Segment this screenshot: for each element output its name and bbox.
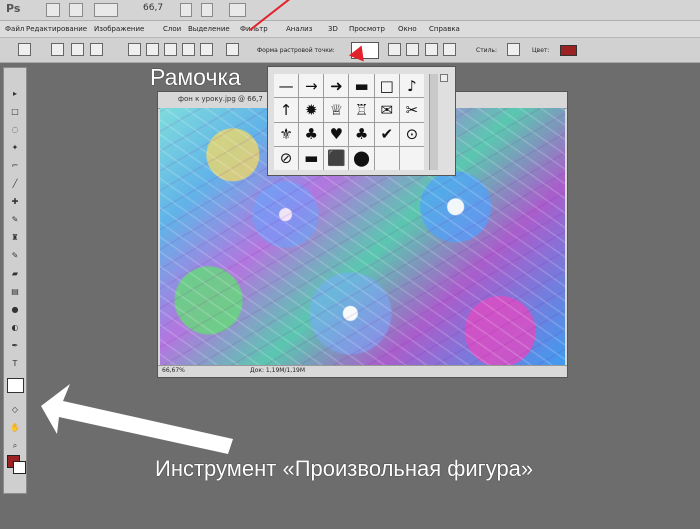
clone-stamp-icon[interactable]: ♜ <box>9 233 21 242</box>
photoshop-logo: Ps <box>6 2 21 15</box>
combine-mode-icon[interactable] <box>388 43 401 56</box>
custom-shape-tool-icon[interactable] <box>18 43 31 56</box>
shape-item[interactable]: ♪ <box>399 74 424 98</box>
menu-view[interactable]: Просмотр <box>349 25 385 33</box>
document-info: Док: 1,19M/1,19M <box>250 367 306 374</box>
shape-item[interactable]: ⬛ <box>324 146 349 170</box>
menu-bar: Файл Редактирование Изображение Слои Выд… <box>0 21 700 38</box>
popup-menu-button[interactable] <box>440 74 448 82</box>
tool-annotation-label: Инструмент «Произвольная фигура» <box>155 456 534 481</box>
frame-annotation-label: Рамочка <box>150 64 241 90</box>
dodge-tool-icon[interactable]: ◐ <box>9 323 21 332</box>
view-extras-button[interactable] <box>94 3 118 17</box>
intersect-mode-icon[interactable] <box>425 43 438 56</box>
tools-panel: ▸ □ ◌ ✦ ⌐ ╱ ✚ ✎ ♜ ✎ ▰ ▤ ● ◐ ✒ T ◇ ✋ ⌕ <box>3 67 27 494</box>
shape-item[interactable]: ✔ <box>374 122 399 146</box>
custom-shape-picker-popup: — → ➜ ▬ □ ♪ ↑ ✹ ♕ ♖ ✉ ✂ ⚜ ♣ ♥ ♣ ✔ ⊙ ⊘ ▬ … <box>267 66 456 176</box>
shape-item[interactable]: ⬤ <box>349 146 374 170</box>
shape-item[interactable]: — <box>274 74 299 98</box>
menu-image[interactable]: Изображение <box>94 25 144 33</box>
shape-layers-icon[interactable] <box>51 43 64 56</box>
shape-item[interactable] <box>399 146 424 170</box>
background-color-icon[interactable] <box>13 461 26 474</box>
paths-icon[interactable] <box>71 43 84 56</box>
brush-tool-icon[interactable]: ✎ <box>9 215 21 224</box>
blur-tool-icon[interactable]: ● <box>9 305 21 314</box>
menu-analysis[interactable]: Анализ <box>286 25 312 33</box>
arrange-documents-button[interactable] <box>229 3 246 17</box>
rectangle-icon[interactable] <box>128 43 141 56</box>
shape-item[interactable]: ⊘ <box>274 146 299 170</box>
shape-item[interactable]: ♣ <box>299 122 324 146</box>
shape-item[interactable]: ✹ <box>299 98 324 122</box>
shape-item[interactable]: ⚜ <box>274 122 299 146</box>
style-picker-icon[interactable] <box>507 43 520 56</box>
shape-item[interactable]: → <box>299 74 324 98</box>
line-icon[interactable] <box>200 43 213 56</box>
pen-tool-icon[interactable]: ✒ <box>9 341 21 350</box>
document-title: фон к уроку.jpg @ 66,7 <box>178 95 263 103</box>
color-label: Цвет: <box>532 47 550 54</box>
move-tool-icon[interactable]: ▸ <box>9 89 21 98</box>
zoom-tool-icon[interactable]: ⌕ <box>9 441 21 450</box>
shape-item[interactable]: ♥ <box>324 122 349 146</box>
polygon-icon[interactable] <box>182 43 195 56</box>
document-status-bar: 66,67% Док: 1,19M/1,19M <box>158 365 567 377</box>
zoom-value[interactable]: 66,7 <box>143 3 163 13</box>
shape-label: Форма растровой точки: <box>257 47 335 54</box>
menu-3d[interactable]: 3D <box>328 25 338 33</box>
hand-tool-button[interactable] <box>180 3 192 17</box>
shape-item[interactable]: ▬ <box>349 74 374 98</box>
healing-brush-icon[interactable]: ✚ <box>9 197 21 206</box>
custom-shape-selector-icon[interactable] <box>226 43 239 56</box>
menu-edit[interactable]: Редактирование <box>26 25 87 33</box>
3d-rotate-icon[interactable]: ◇ <box>9 405 21 414</box>
magic-wand-icon[interactable]: ✦ <box>9 143 21 152</box>
custom-shape-tool-button[interactable] <box>7 378 24 393</box>
menu-file[interactable]: Файл <box>5 25 24 33</box>
rounded-rectangle-icon[interactable] <box>146 43 159 56</box>
shape-item[interactable]: ▬ <box>299 146 324 170</box>
gradient-icon[interactable]: ▤ <box>9 287 21 296</box>
shape-item[interactable] <box>374 146 399 170</box>
type-tool-icon[interactable]: T <box>9 359 21 368</box>
shape-item[interactable]: ♕ <box>324 98 349 122</box>
menu-select[interactable]: Выделение <box>188 25 230 33</box>
menu-layers[interactable]: Слои <box>163 25 181 33</box>
shape-item[interactable]: ⊙ <box>399 122 424 146</box>
marquee-tool-icon[interactable]: □ <box>9 107 21 116</box>
menu-help[interactable]: Справка <box>429 25 460 33</box>
subtract-mode-icon[interactable] <box>406 43 419 56</box>
fill-pixels-icon[interactable] <box>90 43 103 56</box>
hand-tool-icon[interactable]: ✋ <box>9 423 21 432</box>
menu-window[interactable]: Окно <box>398 25 417 33</box>
crop-tool-icon[interactable]: ⌐ <box>9 161 21 170</box>
shape-item[interactable]: ♖ <box>349 98 374 122</box>
document-zoom[interactable]: 66,67% <box>162 367 185 374</box>
popup-scrollbar[interactable] <box>429 74 438 170</box>
mini-bridge-button[interactable] <box>46 3 60 17</box>
shape-library-grid: — → ➜ ▬ □ ♪ ↑ ✹ ♕ ♖ ✉ ✂ ⚜ ♣ ♥ ♣ ✔ ⊙ ⊘ ▬ … <box>274 74 424 170</box>
shape-item[interactable]: ♣ <box>349 122 374 146</box>
shape-item[interactable]: ✂ <box>399 98 424 122</box>
shape-item[interactable]: ✉ <box>374 98 399 122</box>
application-topbar: Ps 66,7 <box>0 0 700 21</box>
frame-shape[interactable]: □ <box>374 74 399 98</box>
exclude-mode-icon[interactable] <box>443 43 456 56</box>
lasso-tool-icon[interactable]: ◌ <box>9 125 21 134</box>
eyedropper-icon[interactable]: ╱ <box>9 179 21 188</box>
zoom-tool-button[interactable] <box>201 3 213 17</box>
style-label: Стиль: <box>476 47 497 54</box>
launch-bridge-button[interactable] <box>69 3 83 17</box>
eraser-icon[interactable]: ▰ <box>9 269 21 278</box>
tool-annotation-arrow <box>41 384 233 454</box>
ellipse-icon[interactable] <box>164 43 177 56</box>
shape-item[interactable]: ↑ <box>274 98 299 122</box>
shape-item[interactable]: ➜ <box>324 74 349 98</box>
history-brush-icon[interactable]: ✎ <box>9 251 21 260</box>
foreground-color-swatch[interactable] <box>560 45 577 56</box>
